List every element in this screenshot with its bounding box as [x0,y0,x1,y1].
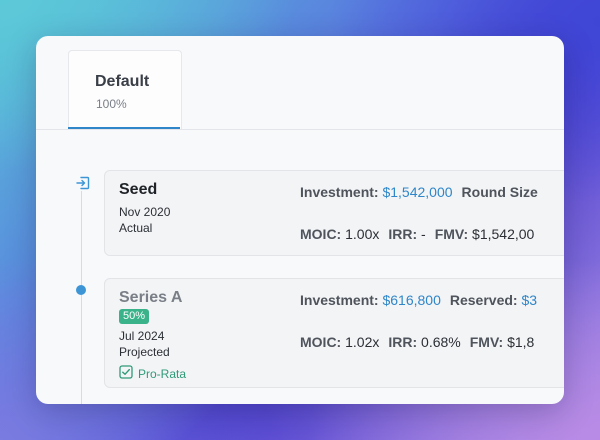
round-name: Seed [119,181,158,198]
timeline-dot [76,285,86,295]
round-status: Actual [119,221,153,235]
investment-label: Investment: [300,292,379,308]
tabs-divider [36,129,564,130]
fmv-value: $1,8 [507,334,535,350]
tab-default[interactable]: Default 100% [68,50,182,129]
metrics-row: MOIC: 1.00x IRR: - FMV: $1,542,00 [300,226,534,242]
moic-label: MOIC: [300,226,342,242]
moic-value: 1.00x [345,226,380,242]
round-status: Projected [119,345,170,359]
prorata-label: Pro-Rata [138,366,187,381]
rounds-panel: Default 100% Seed Nov 2020 Actual Invest… [36,36,564,404]
irr-value: 0.68% [421,334,461,350]
timeline-line [81,186,82,404]
fmv-value: $1,542,00 [472,226,535,242]
investment-value[interactable]: $1,542,000 [382,184,452,200]
irr-value: - [421,226,426,242]
metrics-row: MOIC: 1.02x IRR: 0.68% FMV: $1,8 [300,334,534,350]
prorata-indicator: Pro-Rata [119,365,186,382]
allocation-badge: 50% [119,309,150,324]
fmv-label: FMV: [469,334,504,350]
round-card-series-a[interactable]: Series A 50% Jul 2024 Projected Pro-Rata… [104,278,564,388]
investment-row: Investment: $616,800 Reserved: $3 [300,292,537,308]
round-card-seed[interactable]: Seed Nov 2020 Actual Investment: $1,542,… [104,170,564,256]
investment-value[interactable]: $616,800 [382,292,440,308]
checkbox-checked-icon [119,365,133,382]
tab-title: Default [95,73,150,90]
irr-label: IRR: [388,226,418,242]
round-size-label: Round Size [461,184,538,200]
reserved-label: Reserved: [449,292,518,308]
round-name: Series A [119,289,183,306]
moic-value: 1.02x [345,334,380,350]
moic-label: MOIC: [300,334,342,350]
tab-percentage: 100% [96,97,127,111]
round-date: Nov 2020 [119,205,171,219]
enter-icon [75,175,91,191]
round-date: Jul 2024 [119,329,165,343]
investment-label: Investment: [300,184,379,200]
reserved-value[interactable]: $3 [521,292,537,308]
irr-label: IRR: [388,334,418,350]
investment-row: Investment: $1,542,000 Round Size [300,184,538,200]
fmv-label: FMV: [434,226,469,242]
